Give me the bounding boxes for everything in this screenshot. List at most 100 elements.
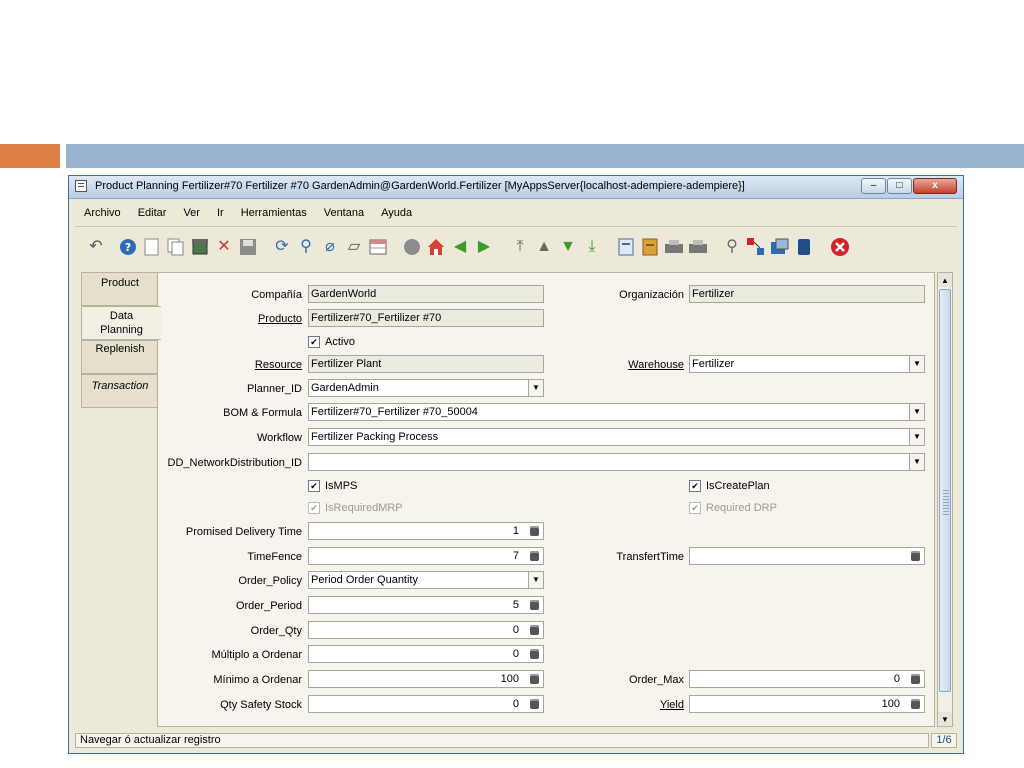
iscreateplan-checkbox[interactable]: ✔ IsCreatePlan: [689, 480, 770, 492]
menu-herramientas[interactable]: Herramientas: [232, 204, 315, 224]
print-preview-icon[interactable]: [663, 236, 685, 258]
tab-transaction[interactable]: Transaction: [81, 374, 159, 408]
bom-label: BOM & Formula: [223, 407, 302, 419]
chevron-down-icon[interactable]: ▼: [909, 356, 924, 372]
print-icon[interactable]: [687, 236, 709, 258]
timefence-field[interactable]: 7: [308, 547, 544, 565]
find-icon[interactable]: ⚲: [295, 236, 317, 258]
chevron-down-icon[interactable]: ▼: [909, 429, 924, 445]
ismps-check-box[interactable]: ✔: [308, 480, 320, 492]
calculator-icon[interactable]: [526, 549, 542, 563]
bom-select[interactable]: Fertilizer#70_Fertilizer #70_50004 ▼: [308, 403, 925, 421]
forward-icon[interactable]: ▶: [473, 236, 495, 258]
calculator-icon[interactable]: [907, 672, 923, 686]
archive-icon[interactable]: [639, 236, 661, 258]
compania-field: GardenWorld: [308, 285, 544, 303]
new-record-icon[interactable]: [141, 236, 163, 258]
tab-product[interactable]: Product: [81, 272, 159, 306]
menu-ir[interactable]: Ir: [208, 204, 232, 224]
refresh-icon[interactable]: ⟳: [271, 236, 293, 258]
calculator-icon[interactable]: [907, 549, 923, 563]
maximize-button[interactable]: □: [887, 178, 912, 194]
calculator-icon[interactable]: [907, 697, 923, 711]
resource-label: Resource: [254, 359, 302, 371]
vertical-scrollbar[interactable]: ▲ ▼: [937, 272, 953, 727]
calculator-icon[interactable]: [526, 697, 542, 711]
isrequiredmrp-check-box: ✔: [308, 502, 320, 514]
yield-label: Yield: [659, 699, 684, 711]
calculator-icon[interactable]: [526, 623, 542, 637]
help-icon[interactable]: ?: [117, 236, 139, 258]
planner-label: Planner_ID: [246, 383, 302, 395]
iscreateplan-check-box[interactable]: ✔: [689, 480, 701, 492]
report-icon[interactable]: [615, 236, 637, 258]
zoom-across-icon[interactable]: ⚲: [721, 236, 743, 258]
exit-icon[interactable]: [829, 236, 851, 258]
calculator-icon[interactable]: [526, 647, 542, 661]
previous-record-icon[interactable]: ▲: [533, 236, 555, 258]
record-count[interactable]: 1/6: [931, 733, 957, 748]
dd-network-select[interactable]: ▼: [308, 453, 925, 471]
calculator-icon[interactable]: [526, 672, 542, 686]
minimo-field[interactable]: 100: [308, 670, 544, 688]
scrollbar-thumb[interactable]: [939, 289, 951, 692]
menu-archivo[interactable]: Archivo: [75, 204, 129, 224]
minimize-button[interactable]: –: [861, 178, 886, 194]
close-button[interactable]: x: [913, 178, 957, 194]
multiplo-label: Múltiplo a Ordenar: [211, 649, 303, 661]
calculator-icon[interactable]: [526, 598, 542, 612]
product-info-icon[interactable]: [793, 236, 815, 258]
order-qty-value: 0: [512, 624, 519, 636]
copy-record-icon[interactable]: [165, 236, 187, 258]
menu-editar[interactable]: Editar: [129, 204, 175, 224]
tab-replenish[interactable]: Replenish: [81, 340, 159, 374]
qty-safety-field[interactable]: 0: [308, 695, 544, 713]
tab-data-planning[interactable]: Data Planning: [81, 306, 161, 340]
activo-checkbox[interactable]: ✔ Activo: [308, 336, 355, 348]
menu-ayuda[interactable]: Ayuda: [372, 204, 420, 224]
title-bar[interactable]: Product Planning Fertilizer#70 Fertilize…: [69, 176, 963, 199]
chevron-down-icon[interactable]: ▼: [528, 380, 543, 396]
order-max-field[interactable]: 0: [689, 670, 925, 688]
scroll-up-icon[interactable]: ▲: [938, 273, 952, 287]
chevron-down-icon[interactable]: ▼: [528, 572, 543, 588]
requests-icon[interactable]: [769, 236, 791, 258]
scroll-down-icon[interactable]: ▼: [938, 712, 952, 726]
home-icon[interactable]: [425, 236, 447, 258]
save-icon[interactable]: [237, 236, 259, 258]
delete-selection-icon[interactable]: ✕: [213, 236, 235, 258]
chevron-down-icon[interactable]: ▼: [909, 404, 924, 420]
promised-delivery-field[interactable]: 1: [308, 522, 544, 540]
compania-label: Compañía: [251, 289, 302, 301]
grid-toggle-icon[interactable]: [367, 236, 389, 258]
isrequiredmrp-label: IsRequiredMRP: [325, 502, 403, 514]
undo-icon[interactable]: ↶: [85, 236, 107, 258]
menu-ver[interactable]: Ver: [174, 204, 208, 224]
history-icon[interactable]: [401, 236, 423, 258]
order-qty-field[interactable]: 0: [308, 621, 544, 639]
transfert-field[interactable]: [689, 547, 925, 565]
first-record-icon[interactable]: ⤒: [509, 236, 531, 258]
last-record-icon[interactable]: ⤓: [581, 236, 603, 258]
back-icon[interactable]: ◀: [449, 236, 471, 258]
chevron-down-icon[interactable]: ▼: [909, 454, 924, 470]
next-record-icon[interactable]: ▼: [557, 236, 579, 258]
ismps-checkbox[interactable]: ✔ IsMPS: [308, 480, 357, 492]
workflow-select[interactable]: Fertilizer Packing Process ▼: [308, 428, 925, 446]
yield-field[interactable]: 100: [689, 695, 925, 713]
attachment-icon[interactable]: ⌀: [319, 236, 341, 258]
warehouse-value: Fertilizer: [692, 358, 735, 370]
planner-select[interactable]: GardenAdmin ▼: [308, 379, 544, 397]
producto-field: Fertilizer#70_Fertilizer #70: [308, 309, 544, 327]
organizacion-label: Organización: [619, 289, 684, 301]
activo-check-box[interactable]: ✔: [308, 336, 320, 348]
multiplo-field[interactable]: 0: [308, 645, 544, 663]
calculator-icon[interactable]: [526, 524, 542, 538]
order-period-field[interactable]: 5: [308, 596, 544, 614]
delete-icon[interactable]: [189, 236, 211, 258]
menu-ventana[interactable]: Ventana: [315, 204, 372, 224]
warehouse-select[interactable]: Fertilizer ▼: [689, 355, 925, 373]
active-workflows-icon[interactable]: [745, 236, 767, 258]
order-policy-select[interactable]: Period Order Quantity ▼: [308, 571, 544, 589]
chat-icon[interactable]: ▱: [343, 236, 365, 258]
